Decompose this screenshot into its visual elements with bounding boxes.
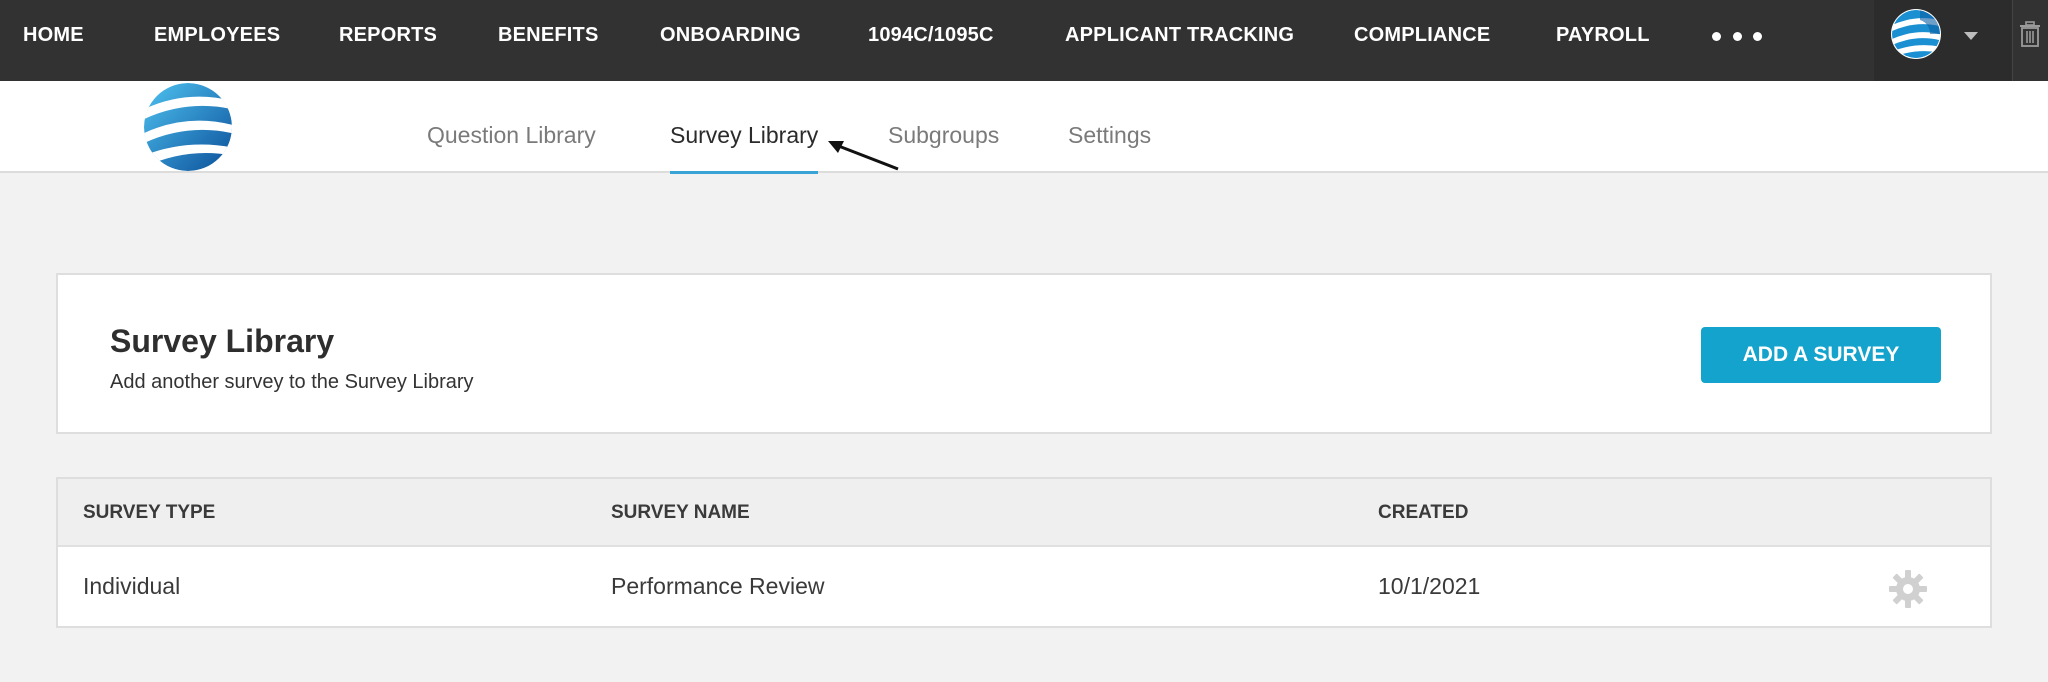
chevron-down-icon[interactable] — [1964, 32, 1978, 40]
table-header: SURVEY TYPE SURVEY NAME CREATED — [58, 479, 1990, 547]
tab-survey-library[interactable]: Survey Library — [670, 81, 819, 174]
column-header-created[interactable]: CREATED — [1378, 479, 1468, 547]
nav-applicant-tracking[interactable]: APPLICANT TRACKING — [1065, 0, 1294, 70]
tab-question-library[interactable]: Question Library — [427, 81, 596, 173]
column-header-survey-name[interactable]: SURVEY NAME — [611, 479, 750, 547]
annotation-arrow-icon — [828, 141, 899, 171]
more-dots-icon[interactable] — [1712, 24, 1762, 48]
globe-logo-icon — [144, 83, 232, 171]
tab-subgroups[interactable]: Subgroups — [888, 81, 999, 173]
nav-employees[interactable]: EMPLOYEES — [154, 0, 280, 70]
globe-avatar-icon — [1891, 9, 1941, 59]
table-row[interactable]: Individual Performance Review 10/1/2021 — [58, 547, 1990, 628]
nav-divider — [2012, 0, 2013, 81]
column-header-survey-type[interactable]: SURVEY TYPE — [83, 479, 215, 547]
survey-table: SURVEY TYPE SURVEY NAME CREATED Individu… — [56, 477, 1992, 628]
survey-library-card: Survey Library Add another survey to the… — [56, 273, 1992, 434]
page-subtitle: Add another survey to the Survey Library — [110, 371, 474, 393]
cell-survey-name[interactable]: Performance Review — [611, 547, 824, 625]
user-menu[interactable] — [1874, 0, 2012, 81]
gear-icon[interactable] — [1888, 569, 1928, 609]
nav-1094c-1095c[interactable]: 1094C/1095C — [868, 0, 994, 70]
cell-survey-type: Individual — [83, 573, 181, 599]
nav-benefits[interactable]: BENEFITS — [498, 0, 599, 70]
nav-payroll[interactable]: PAYROLL — [1556, 0, 1650, 70]
tab-settings[interactable]: Settings — [1068, 81, 1151, 173]
page-title: Survey Library — [110, 323, 335, 359]
cell-created: 10/1/2021 — [1378, 573, 1481, 599]
trash-icon[interactable] — [2018, 20, 2042, 48]
nav-home[interactable]: HOME — [23, 0, 84, 70]
nav-onboarding[interactable]: ONBOARDING — [660, 0, 801, 70]
add-survey-button[interactable]: ADD A SURVEY — [1701, 327, 1941, 383]
nav-reports[interactable]: REPORTS — [339, 0, 437, 70]
nav-compliance[interactable]: COMPLIANCE — [1354, 0, 1490, 70]
top-navigation: HOME EMPLOYEES REPORTS BENEFITS ONBOARDI… — [0, 0, 2048, 81]
sub-header: Question Library Survey Library Subgroup… — [0, 81, 2048, 174]
